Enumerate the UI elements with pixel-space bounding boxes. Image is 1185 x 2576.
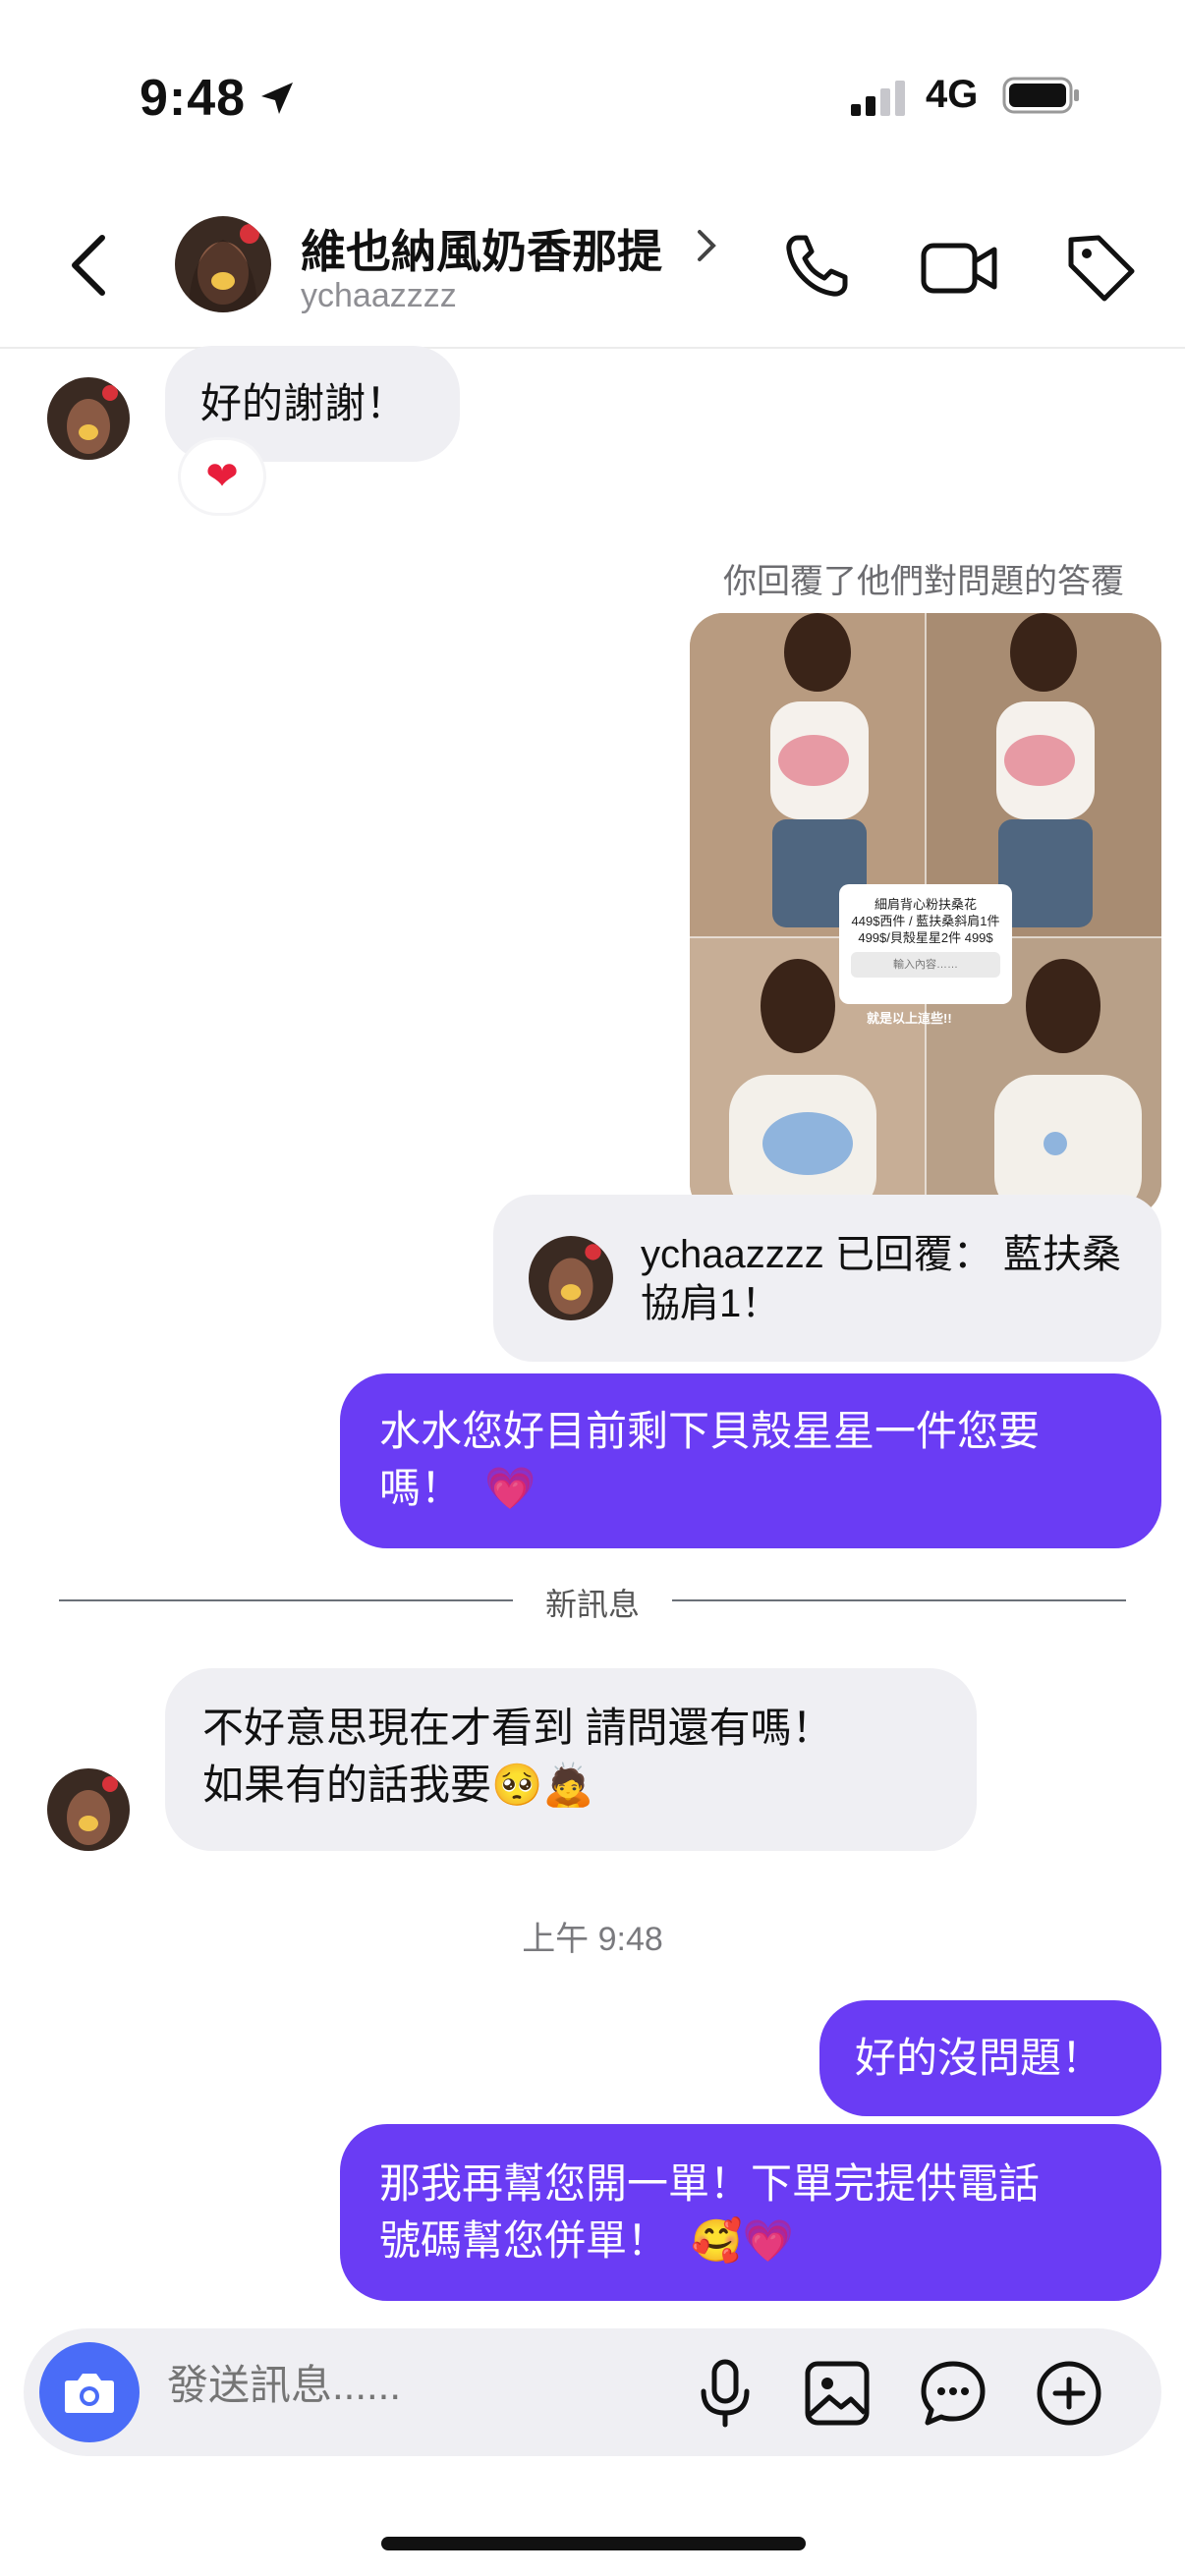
story-question-sticker: 細肩背心粉扶桑花 449$西件 / 藍扶桑斜肩1件 499$/貝殼星星2件 49…	[839, 884, 1012, 1004]
message-bubble-outgoing[interactable]: 水水您好目前剩下貝殼星星一件您要 嗎！ 💗	[340, 1373, 1161, 1548]
message-text: 那我再幫您開一單！下單完提供電話	[379, 2160, 1041, 2207]
cellular-signal-icon	[851, 81, 905, 116]
battery-icon	[1002, 77, 1079, 114]
avatar-image	[529, 1236, 613, 1320]
message-sticker-icon[interactable]	[916, 2356, 990, 2431]
quoted-avatar	[529, 1236, 613, 1320]
message-bubble-outgoing[interactable]: 那我再幫您開一單！下單完提供電話 號碼幫您併單！ 🥰💗	[340, 2124, 1161, 2301]
avatar-image	[47, 377, 130, 460]
reply-note: 你回覆了他們對問題的答覆	[723, 563, 1124, 600]
avatar-image	[47, 1768, 130, 1851]
sticker-line: 449$西件 / 藍扶桑斜肩1件	[851, 914, 1000, 928]
avatar-image	[175, 216, 271, 312]
message-text: 好的謝謝！	[200, 380, 408, 426]
microphone-icon[interactable]	[688, 2356, 762, 2431]
message-text: 號碼幫您併單！	[379, 2217, 669, 2264]
status-time: 9:48	[140, 70, 247, 127]
contact-name[interactable]: 維也納風奶香那提	[301, 216, 662, 281]
quoted-reply-card[interactable]: ychaazzzz 已回覆： 藍扶桑協肩1！	[493, 1195, 1161, 1362]
message-bubble-outgoing[interactable]: 好的沒問題！	[819, 2000, 1161, 2116]
message-bubble-incoming[interactable]: 不好意思現在才看到 請問還有嗎！ 如果有的話我要🥺🙇	[165, 1668, 977, 1851]
sticker-line: 499$/貝殼星星2件 499$	[858, 930, 993, 945]
sender-avatar[interactable]	[47, 377, 130, 460]
message-text: 水水您好目前剩下貝殼星星一件您要	[379, 1408, 1041, 1454]
add-icon[interactable]	[1032, 2356, 1106, 2431]
sticker-input: 輸入內容……	[851, 952, 1000, 978]
tag-icon[interactable]	[1061, 228, 1140, 307]
message-input[interactable]	[167, 2362, 658, 2409]
message-text: 如果有的話我要	[202, 1762, 492, 1808]
message-timestamp: 上午 9:48	[522, 1921, 663, 1958]
heart-reaction[interactable]: ❤	[181, 440, 263, 513]
phone-call-icon[interactable]	[776, 228, 855, 307]
video-call-icon[interactable]	[918, 228, 1000, 307]
chevron-right-icon[interactable]	[694, 226, 721, 265]
camera-button[interactable]	[39, 2342, 140, 2442]
contact-username: ychaazzzz	[301, 277, 457, 314]
location-arrow-icon	[261, 83, 293, 114]
message-text: 不好意思現在才看到 請問還有嗎！	[202, 1705, 833, 1751]
contact-avatar[interactable]	[175, 216, 271, 312]
heart-icon: ❤	[205, 454, 239, 499]
message-text: 好的沒問題！	[855, 2035, 1103, 2081]
sender-avatar[interactable]	[47, 1768, 130, 1851]
network-label: 4G	[926, 73, 979, 116]
back-arrow-icon[interactable]	[61, 226, 120, 305]
camera-icon	[65, 2374, 114, 2413]
sticker-line: 細肩背心粉扶桑花	[874, 897, 977, 912]
quoted-reply-text: ychaazzzz 已回覆： 藍扶桑協肩1！	[641, 1233, 1121, 1325]
gallery-icon[interactable]	[800, 2356, 875, 2431]
pleading-bow-emoji: 🥺🙇	[491, 1761, 594, 1809]
status-bar: 9:48 4G	[0, 0, 1185, 187]
chat-header: 維也納風奶香那提 ychaazzzz	[0, 187, 1185, 349]
smiling-hearts-emoji: 🥰💗	[691, 2216, 794, 2265]
heart-emoji: 💗	[484, 1464, 536, 1512]
message-composer	[24, 2328, 1161, 2456]
story-reply-image[interactable]: 細肩背心粉扶桑花 449$西件 / 藍扶桑斜肩1件 499$/貝殼星星2件 49…	[690, 613, 1161, 1216]
home-indicator	[381, 2537, 806, 2550]
message-text: 嗎！	[379, 1465, 463, 1511]
new-messages-divider: 新訊息	[544, 1587, 640, 1622]
story-caption: 就是以上這些!!	[867, 1011, 952, 1026]
